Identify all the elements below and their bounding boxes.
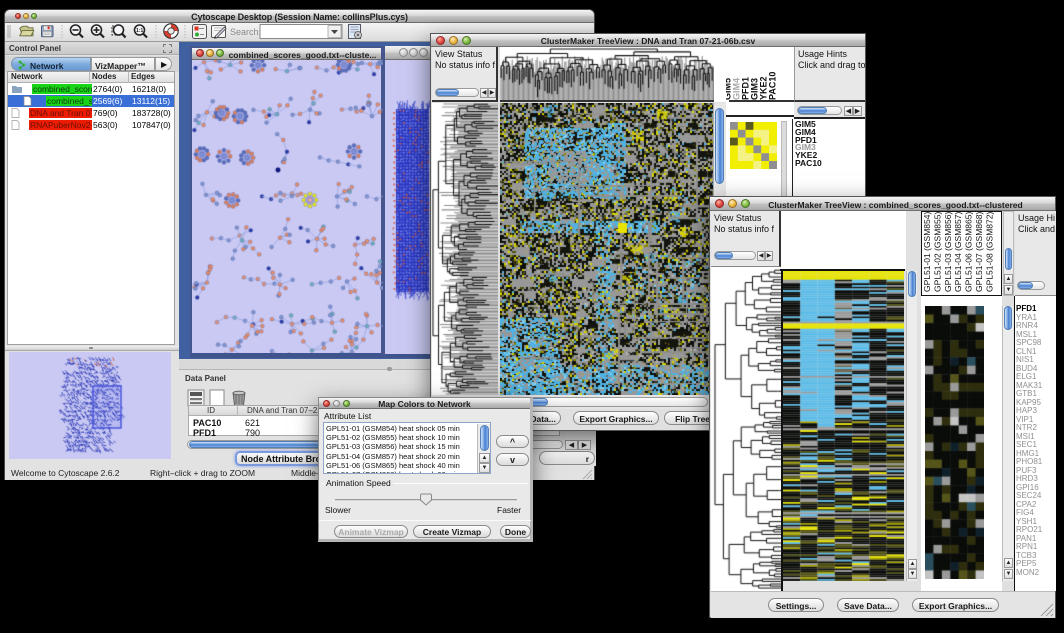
svg-text:PAC10: PAC10 xyxy=(768,72,778,100)
svg-text:GPL51-08 (GSM872): GPL51-08 (GSM872) xyxy=(984,212,994,292)
svg-text:GPL51-07 (GSM868): GPL51-07 (GSM868) xyxy=(974,212,984,292)
svg-text:GPL51-02 (GSM855): GPL51-02 (GSM855) xyxy=(932,212,942,292)
svg-text:GPL51-06 (GSM865): GPL51-06 (GSM865) xyxy=(964,212,974,292)
svg-text:GPL51-04 (GSM857): GPL51-04 (GSM857) xyxy=(953,212,963,292)
svg-text:GPL51-01 (GSM854): GPL51-01 (GSM854) xyxy=(922,212,932,292)
svg-text:Search:: Search: xyxy=(230,27,261,37)
svg-text:1:1: 1:1 xyxy=(136,28,143,34)
svg-text:GPL51-03 (GSM856): GPL51-03 (GSM856) xyxy=(943,212,953,292)
